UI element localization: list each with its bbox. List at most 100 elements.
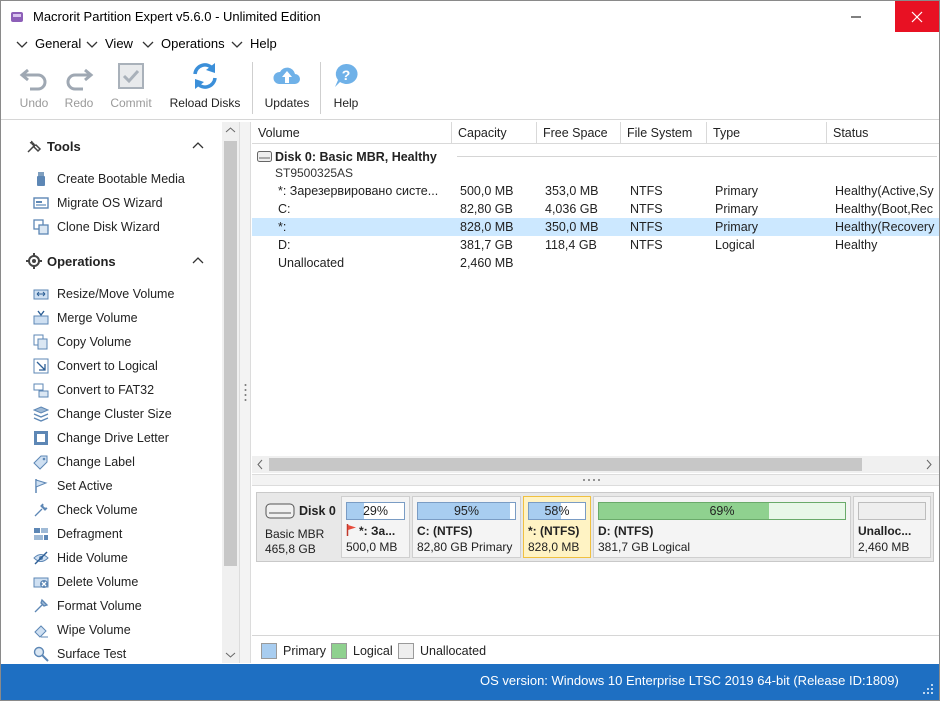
usage-bar bbox=[858, 502, 926, 520]
cell-capacity: 500,0 MB bbox=[460, 184, 514, 198]
cell-type: Primary bbox=[715, 184, 759, 198]
partition-name: *: (NTFS) bbox=[528, 524, 580, 538]
chevron-up-icon[interactable] bbox=[191, 139, 205, 153]
horizontal-splitter[interactable] bbox=[252, 474, 939, 486]
app-window: Macrorit Partition Expert v5.6.0 - Unlim… bbox=[0, 0, 940, 701]
scroll-left-icon[interactable] bbox=[256, 459, 264, 470]
partition-name: *: За... bbox=[346, 524, 407, 538]
table-row[interactable]: D: 381,7 GB 118,4 GB NTFS Logical Healthy bbox=[252, 236, 939, 254]
partition-block[interactable]: 29% *: За... 500,0 MB bbox=[341, 496, 410, 558]
unallocated-swatch bbox=[398, 643, 414, 659]
toolbar-separator bbox=[252, 62, 253, 114]
usage-percent: 58% bbox=[544, 504, 570, 518]
sidebar-item-set-active[interactable]: Set Active bbox=[33, 476, 113, 496]
table-row[interactable]: C: 82,80 GB 4,036 GB NTFS Primary Healthy(Boo… bbox=[252, 200, 939, 218]
disk-icon bbox=[265, 503, 295, 519]
sidebar-item-resize-move[interactable]: Resize/Move Volume bbox=[33, 284, 174, 304]
disk-map-disk-size: 465,8 GB bbox=[265, 542, 316, 556]
menu-view-label: View bbox=[105, 36, 133, 51]
scroll-down-icon[interactable] bbox=[225, 651, 236, 659]
close-button[interactable] bbox=[895, 1, 939, 32]
minimize-button[interactable] bbox=[837, 1, 875, 32]
sidebar-item-check-volume[interactable]: Check Volume bbox=[33, 500, 138, 520]
cell-volume: *: bbox=[278, 220, 287, 234]
sidebar-item-format-volume[interactable]: Format Volume bbox=[33, 596, 142, 616]
partition-block[interactable]: 69% D: (NTFS) 381,7 GB Logical bbox=[593, 496, 851, 558]
menu-help-label: Help bbox=[250, 36, 277, 51]
surface-icon bbox=[33, 646, 49, 662]
toolbar: Undo Redo Commit Reload Disks Updates ? … bbox=[1, 56, 939, 120]
disk-group-row[interactable]: Disk 0: Basic MBR, Healthy ST9500325AS bbox=[252, 148, 939, 180]
usage-bar: 29% bbox=[346, 502, 405, 520]
disk-icon bbox=[257, 151, 272, 162]
menu-general[interactable]: General bbox=[15, 36, 81, 51]
sidebar-item-defragment[interactable]: Defragment bbox=[33, 524, 122, 544]
menu-view[interactable]: View bbox=[85, 36, 133, 51]
table-horizontal-scrollbar[interactable] bbox=[252, 456, 939, 473]
sidebar-item-surface-test[interactable]: Surface Test bbox=[33, 644, 126, 663]
sidebar-item-copy-volume[interactable]: Copy Volume bbox=[33, 332, 131, 352]
copy-icon bbox=[33, 334, 48, 350]
tools-section-header[interactable]: Tools bbox=[25, 137, 81, 155]
divider bbox=[457, 156, 937, 157]
partition-block[interactable]: 95% C: (NTFS) 82,80 GB Primary bbox=[412, 496, 521, 558]
sidebar-item-migrate-os[interactable]: Migrate OS Wizard bbox=[33, 193, 163, 213]
minimize-icon bbox=[851, 16, 861, 17]
scroll-up-icon[interactable] bbox=[225, 126, 236, 134]
sidebar-item-convert-logical[interactable]: Convert to Logical bbox=[33, 356, 158, 376]
col-file-system[interactable]: File System bbox=[621, 122, 707, 144]
delete-icon bbox=[33, 577, 49, 588]
sidebar-scroll-thumb[interactable] bbox=[224, 141, 237, 566]
col-free-space[interactable]: Free Space bbox=[537, 122, 621, 144]
help-button[interactable]: ? Help bbox=[329, 60, 363, 118]
sidebar-item-create-bootable-media[interactable]: Create Bootable Media bbox=[33, 169, 185, 189]
disk-map-disk-info[interactable]: Disk 0 Basic MBR 465,8 GB bbox=[259, 495, 341, 559]
sidebar-item-change-label[interactable]: Change Label bbox=[33, 452, 135, 472]
redo-button[interactable]: Redo bbox=[61, 60, 97, 118]
table-row[interactable]: Unallocated 2,460 MB bbox=[252, 254, 939, 272]
reload-disks-button[interactable]: Reload Disks bbox=[167, 60, 243, 118]
sidebar-item-wipe-volume[interactable]: Wipe Volume bbox=[33, 620, 131, 640]
sidebar-item-convert-fat32[interactable]: Convert to FAT32 bbox=[33, 380, 154, 400]
redo-icon bbox=[66, 68, 94, 91]
table-row[interactable]: *: Зарезервировано систе... 500,0 MB 353,0… bbox=[252, 182, 939, 200]
sidebar-item-hide-volume[interactable]: Hide Volume bbox=[33, 548, 128, 568]
sidebar-item-change-cluster[interactable]: Change Cluster Size bbox=[33, 404, 172, 424]
chevron-up-icon[interactable] bbox=[191, 254, 205, 268]
partition-name: D: (NTFS) bbox=[598, 524, 654, 538]
close-icon bbox=[911, 11, 923, 22]
sidebar-item-merge-volume[interactable]: Merge Volume bbox=[33, 308, 138, 328]
usage-bar: 95% bbox=[417, 502, 516, 520]
chevron-down-icon bbox=[86, 41, 98, 48]
commit-button[interactable]: Commit bbox=[107, 60, 155, 118]
col-volume[interactable]: Volume bbox=[252, 122, 452, 144]
col-type[interactable]: Type bbox=[707, 122, 827, 144]
cell-capacity: 82,80 GB bbox=[460, 202, 513, 216]
table-scroll-thumb[interactable] bbox=[269, 458, 862, 471]
sidebar-item-change-drive-letter[interactable]: Change Drive Letter bbox=[33, 428, 169, 448]
partition-info: 2,460 MB bbox=[858, 540, 910, 554]
disk-map: Disk 0 Basic MBR 465,8 GB 29% *: За... 500… bbox=[252, 487, 939, 635]
scroll-right-icon[interactable] bbox=[925, 459, 933, 470]
cell-type: Logical bbox=[715, 238, 755, 252]
cell-free-space: 350,0 MB bbox=[545, 220, 599, 234]
undo-button[interactable]: Undo bbox=[15, 60, 53, 118]
operations-section-header[interactable]: Operations bbox=[25, 252, 116, 270]
resize-grip-icon[interactable] bbox=[917, 680, 935, 698]
disk-map-row: Disk 0 Basic MBR 465,8 GB 29% *: За... 500… bbox=[256, 492, 934, 562]
partition-block[interactable]: Unalloc... 2,460 MB bbox=[853, 496, 931, 558]
menu-help[interactable]: Help bbox=[230, 36, 277, 51]
partition-block[interactable]: 58% *: (NTFS) 828,0 MB bbox=[523, 496, 591, 558]
updates-button[interactable]: Updates bbox=[261, 60, 313, 118]
disk-map-disk-type: Basic MBR bbox=[265, 527, 325, 541]
col-capacity[interactable]: Capacity bbox=[452, 122, 537, 144]
convert-icon bbox=[33, 358, 49, 374]
col-status[interactable]: Status bbox=[827, 122, 939, 144]
sidebar-item-delete-volume[interactable]: Delete Volume bbox=[33, 572, 138, 592]
cell-file-system: NTFS bbox=[630, 202, 663, 216]
table-row[interactable]: *: 828,0 MB 350,0 MB NTFS Primary Healthy(Rec… bbox=[252, 218, 939, 236]
sidebar-item-clone-disk[interactable]: Clone Disk Wizard bbox=[33, 217, 160, 237]
sidebar-item-label: Convert to Logical bbox=[57, 359, 158, 373]
menu-operations[interactable]: Operations bbox=[141, 36, 225, 51]
cell-volume: D: bbox=[278, 238, 291, 252]
